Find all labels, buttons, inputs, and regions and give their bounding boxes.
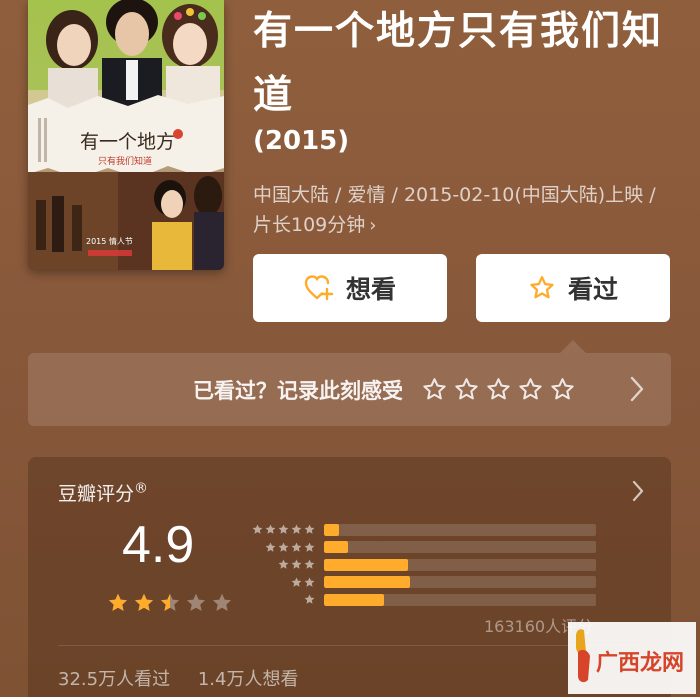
rating-bar-fill <box>324 593 384 606</box>
watched-button[interactable]: 看过 <box>476 254 670 322</box>
rating-bar-fill <box>324 541 349 554</box>
small-star-icon <box>304 542 315 552</box>
rating-row-1-star <box>244 591 596 609</box>
rating-bar-track <box>324 593 596 606</box>
rating-row-2-star <box>244 574 596 592</box>
score-star-5-icon <box>213 593 231 611</box>
chevron-right-icon <box>632 480 644 502</box>
small-star-icon <box>291 524 302 535</box>
star-outline-icon <box>530 276 554 299</box>
rate-stars[interactable] <box>421 376 576 403</box>
rating-score: 4.9 <box>122 516 195 574</box>
small-star-icon <box>252 524 263 535</box>
rating-row-5-star <box>244 521 596 539</box>
card-divider <box>58 645 641 646</box>
rate-star-5-icon[interactable] <box>549 376 576 403</box>
small-star-icon <box>304 559 315 570</box>
small-star-icon <box>265 524 276 535</box>
small-star-icon <box>278 524 289 535</box>
small-star-icon <box>304 577 315 587</box>
rating-bar-track <box>324 541 596 554</box>
movie-title: 有一个地方只有我们知道 <box>253 9 664 118</box>
rating-bar-fill <box>324 576 410 589</box>
small-star-icon <box>265 542 276 552</box>
watermark-text: 广西龙网 <box>596 650 684 676</box>
registered-mark: ® <box>134 480 149 497</box>
small-star-icon <box>278 542 289 552</box>
rating-bar-track <box>324 576 596 589</box>
rating-bar-fill <box>324 558 409 571</box>
watch-stats: 32.5万人看过 1.4万人想看 <box>58 665 298 691</box>
rating-row-3-star <box>244 556 596 574</box>
small-star-icon <box>304 524 315 535</box>
rating-row-stars <box>244 593 316 606</box>
score-star-3-icon <box>161 593 179 611</box>
score-star-2-icon <box>135 593 153 611</box>
chevron-right-icon <box>630 376 644 402</box>
rating-row-4-star <box>244 539 596 557</box>
rating-bar-track <box>324 523 596 536</box>
site-watermark-logo: 广西龙网 <box>568 622 696 694</box>
want-count: 1.4万人想看 <box>197 669 299 690</box>
movie-poster[interactable]: 有一个地方 只有我们知道 2015 情人节 <box>28 0 224 270</box>
rate-star-4-icon[interactable] <box>517 376 544 403</box>
rating-bar-fill <box>324 523 339 536</box>
small-star-icon <box>291 542 302 552</box>
rating-distribution <box>244 521 596 609</box>
movie-meta-link[interactable]: 中国大陆 / 爱情 / 2015-02-10(中国大陆)上映 / 片长109分钟… <box>253 180 673 241</box>
rating-row-stars <box>244 523 316 536</box>
chevron-right-icon: › <box>369 215 377 236</box>
poster-date-text: 2015 情人节 <box>86 236 133 246</box>
rate-bar-pointer <box>560 340 586 353</box>
score-star-1-icon <box>109 593 127 611</box>
want-label: 想看 <box>345 275 396 304</box>
seen-label: 看过 <box>567 275 618 304</box>
rating-title: 豆瓣评分® <box>58 480 149 505</box>
rating-row-stars <box>244 541 316 554</box>
rate-star-3-icon[interactable] <box>485 376 512 403</box>
rate-star-1-icon[interactable] <box>421 376 448 403</box>
movie-meta-text: 中国大陆 / 爱情 / 2015-02-10(中国大陆)上映 / 片长109分钟 <box>253 184 656 236</box>
rate-now-bar[interactable]: 已看过？记录此刻感受 <box>28 353 671 426</box>
score-stars <box>106 591 234 615</box>
heart-plus-icon <box>304 275 334 301</box>
small-star-icon <box>291 559 302 570</box>
rating-bar-track <box>324 558 596 571</box>
small-star-icon <box>278 559 289 570</box>
rating-row-stars <box>244 558 316 571</box>
rate-prompt-text: 已看过？记录此刻感受 <box>193 378 403 403</box>
movie-year: (2015) <box>253 126 350 156</box>
want-to-watch-button[interactable]: 想看 <box>253 254 447 322</box>
small-star-icon <box>304 594 315 605</box>
rating-row-stars <box>244 576 316 589</box>
movie-detail-page: 有一个地方 只有我们知道 2015 情人节 有一个地方只有我们知道 (2015)… <box>0 0 700 697</box>
poster-title-text: 有一个地方 <box>80 131 175 153</box>
small-star-icon <box>291 577 302 587</box>
seen-count: 32.5万人看过 <box>58 669 171 690</box>
rate-star-2-icon[interactable] <box>453 376 480 403</box>
score-star-4-icon <box>187 593 205 611</box>
poster-subtitle-text: 只有我们知道 <box>98 155 152 167</box>
